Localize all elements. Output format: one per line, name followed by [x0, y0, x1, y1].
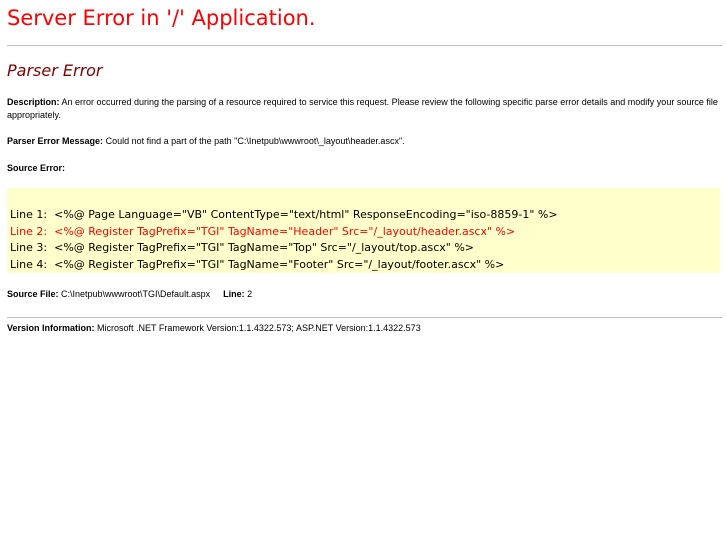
- code-line-4: Line 4: <%@ Register TagPrefix="TGI" Tag…: [10, 257, 505, 271]
- version-label: Version Information:: [7, 323, 95, 333]
- source-error-heading: Source Error:: [7, 162, 65, 175]
- source-file-path: C:\Inetpub\wwwroot\TGI\Default.aspx: [58, 289, 211, 299]
- parser-message-text: Could not find a part of the path "C:\In…: [103, 136, 405, 146]
- source-file-info: Source File: C:\Inetpub\wwwroot\TGI\Defa…: [7, 288, 252, 301]
- parser-error-message: Parser Error Message: Could not find a p…: [7, 135, 405, 148]
- page-title: Server Error in '/' Application.: [7, 6, 316, 30]
- description-label: Description:: [7, 97, 60, 107]
- line-value: 2: [244, 289, 253, 299]
- source-error-label: Source Error:: [7, 163, 66, 173]
- code-line-3: Line 3: <%@ Register TagPrefix="TGI" Tag…: [10, 241, 475, 255]
- source-file-label: Source File:: [7, 289, 59, 299]
- version-text: Microsoft .NET Framework Version:1.1.432…: [94, 323, 421, 333]
- parser-message-label: Parser Error Message:: [7, 136, 104, 146]
- code-lines: Line 1: <%@ Page Language="VB" ContentTy…: [10, 207, 558, 273]
- line-label: Line:: [223, 289, 245, 299]
- version-information: Version Information: Microsoft .NET Fram…: [7, 322, 421, 335]
- code-line-1: Line 1: <%@ Page Language="VB" ContentTy…: [10, 208, 558, 221]
- title-divider: [7, 45, 722, 46]
- error-subtitle: Parser Error: [7, 61, 103, 80]
- source-code-block: Line 1: <%@ Page Language="VB" ContentTy…: [7, 188, 720, 273]
- description-text: An error occurred during the parsing of …: [7, 97, 718, 120]
- description: Description: An error occurred during th…: [7, 96, 719, 122]
- version-divider: [7, 317, 722, 318]
- code-line-2-error: Line 2: <%@ Register TagPrefix="TGI" Tag…: [10, 224, 516, 238]
